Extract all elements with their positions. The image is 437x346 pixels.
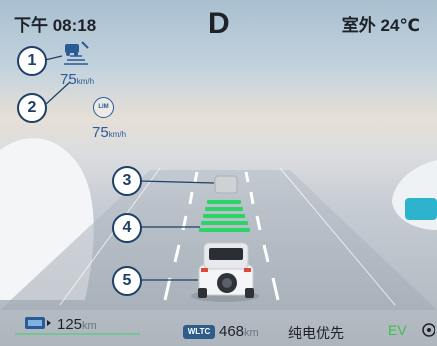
adaptive-cruise-icon (64, 41, 89, 65)
lead-vehicle-icon (214, 175, 238, 194)
wltc-badge: WLTC (183, 325, 215, 339)
outside-temperature: 室外 24℃ (341, 16, 420, 35)
gear-indicator: D (208, 7, 230, 40)
cruise-set-speed: 75km/h (60, 71, 95, 88)
battery-range: 125km (57, 316, 97, 333)
adjacent-vehicle (405, 198, 437, 220)
wltc-range: 468km (219, 323, 259, 340)
limit-speed: 75km/h (92, 124, 127, 141)
callout-3: 3 (112, 166, 142, 196)
callout-4: 4 (112, 213, 142, 243)
adas-display: 下午 08:18 D 室外 24℃ 75km/h LIM 75km/h 1 2 … (0, 0, 437, 346)
callout-2: 2 (17, 93, 47, 123)
speed-limit-icon: LIM (93, 97, 114, 118)
clock: 下午 08:18 (14, 16, 97, 35)
callout-1: 1 (17, 46, 47, 76)
drive-mode: 纯电优先 (288, 325, 344, 341)
callout-5: 5 (112, 266, 142, 296)
battery-icon (25, 317, 51, 329)
ev-indicator: EV (388, 322, 407, 338)
settings-icon[interactable] (421, 322, 435, 338)
